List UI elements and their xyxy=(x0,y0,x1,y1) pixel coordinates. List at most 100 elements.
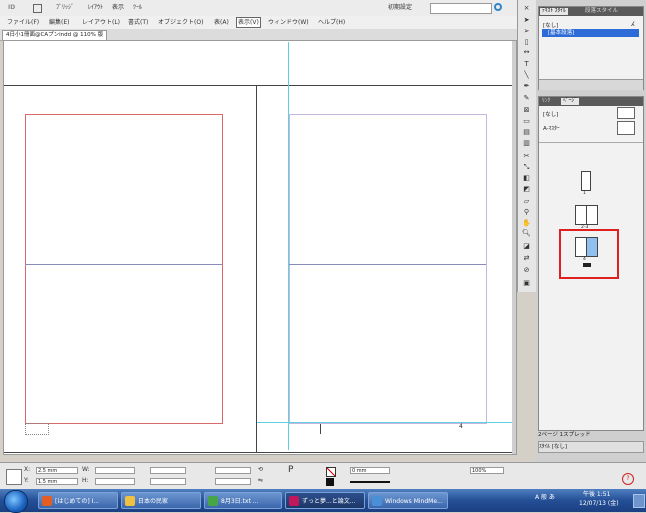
line-tool-icon[interactable]: ╲ xyxy=(521,71,532,80)
topbar-item-3[interactable]: 表示 xyxy=(112,3,124,13)
bridge-icon[interactable] xyxy=(33,4,42,13)
screen-mode-icon[interactable]: ▣ xyxy=(521,279,532,288)
topbar-item-1[interactable]: ﾌﾞﾘｯｼﾞ xyxy=(56,3,74,13)
firefox-icon xyxy=(42,496,52,506)
search-icon[interactable] xyxy=(494,3,502,11)
stroke-swatch-icon[interactable] xyxy=(326,478,334,486)
fill-swatch-icon[interactable] xyxy=(326,467,336,477)
start-button[interactable] xyxy=(4,490,28,513)
control-bar: X: 2.5 mm Y: 1.5 mm W: H: ⟲ ⇋ P 0 mm 100… xyxy=(0,462,646,490)
fill-stroke-icon[interactable]: ◪ xyxy=(521,242,532,251)
topbar-item-2[interactable]: ﾚｲｱｳﾄ xyxy=(88,3,103,13)
zoom-field[interactable]: 100% xyxy=(470,467,504,474)
lock-icon: ⵃ xyxy=(631,21,635,28)
stroke-type-line[interactable] xyxy=(350,481,390,483)
menu-view[interactable]: 表示(V) xyxy=(236,17,261,28)
rotate-90-icon[interactable]: ⟲ xyxy=(258,466,263,474)
menu-table[interactable]: 表(A) xyxy=(214,18,229,27)
scissors-tool-icon[interactable]: ✂ xyxy=(521,152,532,161)
tab-links[interactable]: ﾘﾝｸ xyxy=(540,98,552,105)
direct-selection-tool-icon[interactable]: ➢ xyxy=(521,27,532,36)
tab-text-style[interactable]: ﾃｷｽﾄ ｽﾀｲﾙ xyxy=(540,8,568,15)
close-icon[interactable]: × xyxy=(521,4,532,13)
flip-icon[interactable]: ⇋ xyxy=(258,477,263,485)
scale-x-field[interactable] xyxy=(150,467,186,474)
page-tool-icon[interactable]: ▯ xyxy=(521,38,532,47)
y-field[interactable]: 1.5 mm xyxy=(36,478,78,485)
styles-panel: ﾃｷｽﾄ ｽﾀｲﾙ 段落スタイル [なし] ⵃ [基本段落] xyxy=(538,6,644,90)
taskbar-item-2[interactable]: 日本の民家 xyxy=(121,492,201,509)
ime-indicator[interactable]: A 般 あ xyxy=(535,494,555,502)
swap-colors-icon[interactable]: ⇄ xyxy=(521,254,532,263)
styles-row-0[interactable]: [なし] xyxy=(543,21,558,29)
rectangle-tool-icon[interactable]: ▭ xyxy=(521,117,532,126)
text-frame-tool-icon[interactable]: ▥ xyxy=(521,139,532,148)
gap-tool-icon[interactable]: ↔ xyxy=(521,48,532,57)
apply-none-icon[interactable]: ⊘ xyxy=(521,266,532,275)
w-field[interactable] xyxy=(95,467,135,474)
x-field[interactable]: 2.5 mm xyxy=(36,467,78,474)
taskbar-item-2-label: 日本の民家 xyxy=(138,498,169,505)
pages-row-none[interactable]: [なし] xyxy=(543,110,558,118)
clock-date[interactable]: 12/07/13 (金) xyxy=(579,500,619,508)
pages-row-master[interactable]: A-ﾏｽﾀｰ xyxy=(543,124,560,132)
note-tool-icon[interactable]: ▱ xyxy=(521,197,532,206)
taskbar-item-5[interactable]: Windows MindMe... xyxy=(368,492,448,509)
scale-y-field[interactable] xyxy=(150,478,186,485)
master-thumbnail-none[interactable] xyxy=(617,107,635,119)
page-thumb-3[interactable] xyxy=(586,205,598,225)
vertical-scrollbar[interactable] xyxy=(512,41,516,454)
pen-tool-icon[interactable]: ✒ xyxy=(521,82,532,91)
help-icon[interactable]: ? xyxy=(622,473,634,485)
shear-field[interactable] xyxy=(215,478,251,485)
menu-file[interactable]: ファイル(F) xyxy=(7,18,39,27)
free-transform-tool-icon[interactable]: ⤡ xyxy=(521,163,532,172)
p-icon[interactable]: P xyxy=(288,466,293,475)
document-canvas[interactable]: 4 xyxy=(3,40,517,455)
eyedropper-tool-icon[interactable]: ⚲ xyxy=(521,208,532,217)
taskbar-item-1[interactable]: [はじめての] I... xyxy=(38,492,118,509)
stroke-weight-field[interactable]: 0 mm xyxy=(350,467,390,474)
left-page[interactable] xyxy=(4,85,257,453)
type-tool-icon[interactable]: T xyxy=(521,60,532,69)
tab-paragraph-style[interactable]: 段落スタイル xyxy=(583,8,620,15)
gradient-feather-tool-icon[interactable]: ◩ xyxy=(521,185,532,194)
menu-type[interactable]: 書式(T) xyxy=(128,18,148,27)
show-desktop-button[interactable] xyxy=(633,494,645,508)
menu-window[interactable]: ウィンドウ(W) xyxy=(268,18,309,27)
menu-edit[interactable]: 編集(E) xyxy=(49,18,69,27)
taskbar-item-4[interactable]: ずっと夢...と論文... xyxy=(285,492,365,509)
taskbar-item-3[interactable]: 8月3日.txt ... xyxy=(204,492,282,509)
application-bar: ID ﾌﾞﾘｯｼﾞ ﾚｲｱｳﾄ 表示 ﾂｰﾙ 初期設定 xyxy=(0,0,520,17)
left-page-number-frame xyxy=(25,423,49,435)
search-input[interactable] xyxy=(430,3,492,14)
clock-time[interactable]: 午後 1:51 xyxy=(583,491,610,499)
rectangle-frame-tool-icon[interactable]: ⊠ xyxy=(521,106,532,115)
topbar-item-4[interactable]: ﾂｰﾙ xyxy=(133,3,142,13)
page-thumb-4-selected[interactable] xyxy=(586,237,598,257)
tab-pages[interactable]: ﾍﾟｰｼﾞ xyxy=(561,98,579,105)
style-dropdown[interactable]: ｽﾀｲﾙ [なし] xyxy=(538,441,644,453)
spread-label-4: 4 xyxy=(583,257,586,262)
menu-help[interactable]: ヘルプ(H) xyxy=(318,18,345,27)
rotate-field[interactable] xyxy=(215,467,251,474)
taskbar-item-4-label: ずっと夢...と論文... xyxy=(302,498,356,505)
horizontal-guide xyxy=(257,422,513,423)
zoom-tool-icon[interactable]: 🔍︎ xyxy=(521,229,532,238)
reference-point-icon[interactable] xyxy=(6,469,22,485)
h-field[interactable] xyxy=(95,478,135,485)
document-tab[interactable]: 4日小1冊面@CAプンindd @ 110% 版 xyxy=(2,30,108,40)
hand-tool-icon[interactable]: ✋ xyxy=(521,219,532,228)
pencil-tool-icon[interactable]: ✎ xyxy=(521,94,532,103)
workspace-switcher[interactable]: 初期設定 xyxy=(388,3,412,13)
gradient-tool-icon[interactable]: ◧ xyxy=(521,174,532,183)
menu-layout[interactable]: レイアウト(L) xyxy=(82,18,120,27)
page-thumb-1[interactable] xyxy=(581,171,591,191)
table-tool-icon[interactable]: ▤ xyxy=(521,128,532,137)
master-thumbnail-a[interactable] xyxy=(617,121,635,135)
new-page-marker xyxy=(583,263,591,267)
styles-row-selected[interactable]: [基本段落] xyxy=(542,29,639,37)
right-page[interactable]: 4 xyxy=(256,42,514,453)
menu-object[interactable]: オブジェクト(O) xyxy=(158,18,203,27)
selection-tool-icon[interactable]: ➤ xyxy=(521,16,532,25)
